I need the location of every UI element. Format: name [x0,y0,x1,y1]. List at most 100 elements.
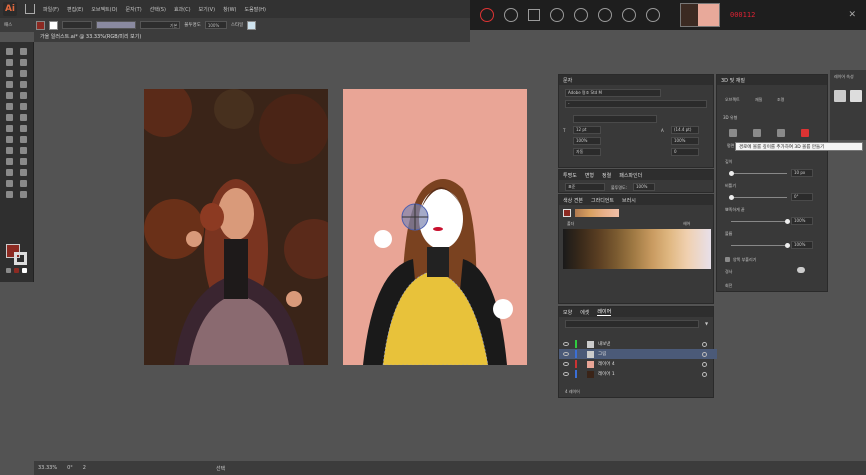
menu-object[interactable]: 오브젝트(O) [91,6,117,13]
none-color-icon[interactable] [22,268,27,273]
menu-edit[interactable]: 편집(E) [67,6,83,13]
extrude-icon[interactable] [753,129,761,137]
revolve-icon[interactable] [777,129,785,137]
stroke-swatch[interactable] [14,252,27,265]
fill-color-swatch[interactable] [36,20,46,30]
bevel-toggle[interactable] [797,267,805,273]
eyedropper-tool-icon[interactable] [6,158,13,165]
variable-width-field[interactable] [96,21,137,29]
swatch-grid[interactable] [563,229,711,269]
tab-transparency[interactable]: 투명도 [563,172,577,179]
scale-tool-icon[interactable] [20,114,27,121]
tab-transform[interactable]: 변형 [585,172,594,179]
artboard-illustration[interactable] [343,89,527,365]
slice-tool-icon[interactable] [20,180,27,187]
perspective-grid-icon[interactable] [20,136,27,143]
layer-target-icon[interactable] [702,371,707,377]
record-icon[interactable] [480,8,494,22]
layer-row[interactable]: 내보낸 [559,339,717,349]
menu-view[interactable]: 보기(V) [199,6,216,13]
pencil-tool-icon[interactable] [6,103,13,110]
rotation-angle[interactable]: 0° [67,465,73,471]
lasso-icon[interactable] [20,59,27,66]
paintbrush-tool-icon[interactable] [20,92,27,99]
tracking-field[interactable]: 0 [671,148,699,156]
curvature-tool-icon[interactable] [20,70,27,77]
visibility-icon[interactable] [563,352,569,356]
artboard-photo[interactable] [144,89,328,365]
font-style-field[interactable]: - [565,100,707,108]
tab-lighting[interactable]: 조명 [777,97,784,103]
zoom-level[interactable]: 33.33% [38,465,57,471]
color-mode-icon[interactable] [14,268,19,273]
layer-target-icon[interactable] [702,351,707,357]
twist-field[interactable]: 0° [791,193,813,201]
vertical-scale-field[interactable]: 100% [573,137,601,145]
panel-thumb-1[interactable] [834,90,846,102]
font-search-field[interactable] [573,115,657,123]
taper-field[interactable]: 100% [791,217,813,225]
taper-slider[interactable] [785,219,790,224]
pen-icon[interactable] [550,8,564,22]
menu-select[interactable]: 선택(S) [150,6,166,13]
artboard-number[interactable]: 2 [83,465,86,471]
pen-tool-icon[interactable] [6,70,13,77]
menu-effect[interactable]: 효과(C) [174,6,191,13]
menu-type[interactable]: 문자(T) [126,6,142,13]
tab-material[interactable]: 재질 [755,97,762,103]
default-colors-icon[interactable] [6,268,11,273]
graph-tool-icon[interactable] [20,169,27,176]
hand-tool-icon[interactable] [6,191,13,198]
symbol-sprayer-icon[interactable] [6,169,13,176]
width-tool-icon[interactable] [6,125,13,132]
visibility-icon[interactable] [563,342,569,346]
line-tool-icon[interactable] [20,81,27,88]
font-size-field[interactable]: 12 pt [573,126,601,134]
tab-gradient[interactable]: 그라디언트 [591,197,614,204]
horizontal-scale-field[interactable]: 100% [671,137,699,145]
tab-layers[interactable]: 레이어 [597,308,612,316]
camera-icon[interactable] [646,8,660,22]
3d-panel-title[interactable]: 3D 및 재질 [721,77,745,84]
free-transform-icon[interactable] [20,125,27,132]
stroke-color-swatch[interactable] [49,20,59,30]
layer-target-icon[interactable] [702,361,707,367]
twist-slider[interactable] [729,195,734,200]
filter-icon[interactable]: ▼ [705,321,708,326]
style-swatch[interactable] [247,20,257,30]
magnifier-icon[interactable] [598,8,612,22]
direct-selection-tool-icon[interactable] [20,48,27,55]
cap-checkbox[interactable] [725,257,730,262]
magic-wand-icon[interactable] [6,59,13,66]
visibility-icon[interactable] [563,362,569,366]
blend-mode-field[interactable]: 표준 [565,183,605,191]
mesh-tool-icon[interactable] [6,147,13,154]
depth-field[interactable]: 10 px [791,169,813,177]
close-icon[interactable]: ✕ [848,10,856,20]
tab-swatches[interactable]: 색상 견본 [563,197,583,204]
stroke-weight-field[interactable] [62,21,93,29]
right-panel-tab[interactable]: 레이어 속성 [834,74,854,80]
layer-row[interactable]: 그림 [559,349,717,359]
tab-object[interactable]: 오브젝트 [725,97,740,103]
character-panel-title[interactable]: 문자 [563,77,572,84]
marker-icon[interactable] [622,8,636,22]
type-tool-icon[interactable] [6,81,13,88]
tab-brushes[interactable]: 브러시 [622,197,636,204]
tab-pathfinder[interactable]: 패스파인더 [619,172,642,179]
artboard-tool-icon[interactable] [6,180,13,187]
kerning-field[interactable]: 자동 [573,148,601,156]
layer-search-input[interactable] [565,320,699,328]
menu-window[interactable]: 창(W) [223,6,236,13]
tab-appearance[interactable]: 모양 [563,309,572,316]
font-family-field[interactable]: Adobe 명조 Std M [565,89,661,97]
current-fill-swatch[interactable] [563,209,571,217]
layer-row[interactable]: 레이어 4 [559,359,717,369]
menu-file[interactable]: 파일(F) [43,6,59,13]
panel-thumb-2[interactable] [850,90,862,102]
rotate-tool-icon[interactable] [6,114,13,121]
rectangle-tool-icon[interactable] [6,92,13,99]
inflate-icon[interactable] [801,129,809,137]
blend-tool-icon[interactable] [20,158,27,165]
menu-help[interactable]: 도움말(H) [245,6,266,13]
